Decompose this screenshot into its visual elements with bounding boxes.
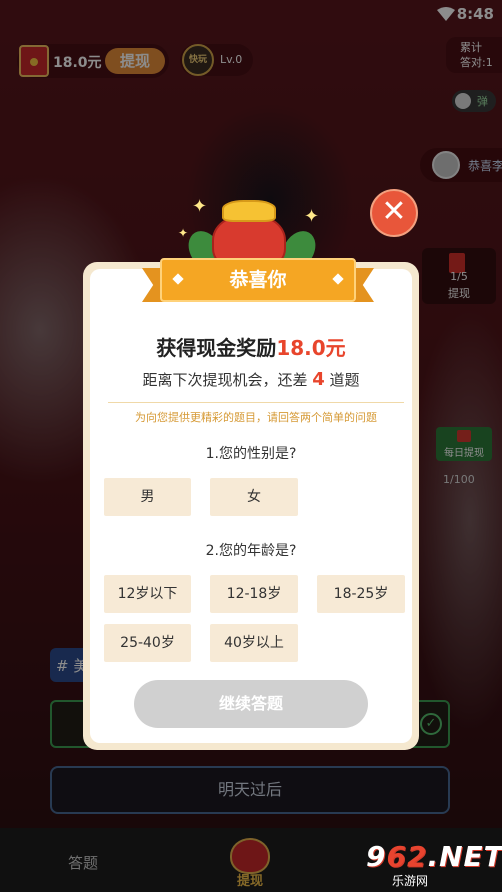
ribbon-title: 恭喜你	[160, 258, 356, 302]
watermark-suffix: .NET	[427, 840, 502, 873]
watermark-logo: 962.NET	[366, 840, 502, 873]
next-suffix: 道题	[324, 371, 360, 389]
next-withdraw-info: 距离下次提现机会，还差 4 道题	[83, 369, 419, 390]
option-age-18-25[interactable]: 18-25岁	[317, 575, 405, 613]
sparkle-icon: ✦	[304, 206, 320, 227]
next-prefix: 距离下次提现机会，还差	[142, 371, 313, 389]
option-age-12-18[interactable]: 12-18岁	[210, 575, 298, 613]
reward-prefix: 获得现金奖励	[156, 336, 277, 360]
sparkle-icon: ✦	[178, 226, 189, 240]
continue-button[interactable]: 继续答题	[134, 680, 368, 728]
option-male[interactable]: 男	[104, 478, 191, 516]
congrats-ribbon: 恭喜你	[142, 258, 374, 304]
option-age-under-12[interactable]: 12岁以下	[104, 575, 191, 613]
survey-hint: 为向您提供更精彩的题目，请回答两个简单的问题	[108, 402, 404, 425]
question-age: 2.您的年龄是?	[205, 543, 297, 559]
remaining-questions: 4	[312, 369, 325, 390]
watermark-subtitle: 乐游网	[392, 874, 429, 888]
reward-amount: 18.0元	[276, 336, 346, 360]
option-age-25-40[interactable]: 25-40岁	[104, 624, 191, 662]
option-female[interactable]: 女	[210, 478, 298, 516]
gold-ingot-icon	[222, 200, 276, 222]
option-age-over-40[interactable]: 40岁以上	[210, 624, 298, 662]
watermark-red: 62	[386, 840, 428, 873]
question-gender: 1.您的性别是?	[205, 446, 297, 462]
sparkle-icon: ✦	[192, 196, 208, 217]
reward-title: 获得现金奖励18.0元	[83, 332, 419, 361]
watermark-prefix: 9	[366, 840, 387, 873]
site-watermark: 962.NET 乐游网	[366, 840, 502, 892]
close-button[interactable]: ✕	[370, 189, 418, 237]
